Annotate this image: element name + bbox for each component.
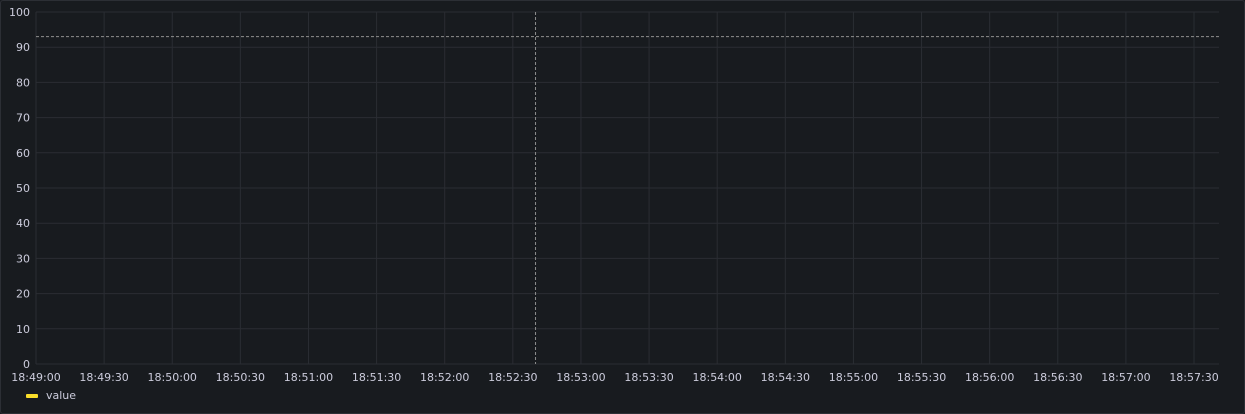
- x-tick-label: 18:50:30: [216, 371, 265, 384]
- x-tick-label: 18:53:00: [556, 371, 605, 384]
- x-tick-label: 18:56:00: [965, 371, 1014, 384]
- x-tick-label: 18:52:00: [420, 371, 469, 384]
- x-tick-label: 18:51:30: [352, 371, 401, 384]
- legend[interactable]: value: [26, 389, 76, 403]
- grid-layer: [35, 11, 1219, 365]
- x-tick-label: 18:55:30: [897, 371, 946, 384]
- y-tick-label: 20: [16, 288, 30, 301]
- x-tick-label: 18:56:30: [1033, 371, 1082, 384]
- x-tick-label: 18:55:00: [829, 371, 878, 384]
- x-tick-label: 18:51:00: [284, 371, 333, 384]
- x-tick-label: 18:53:30: [624, 371, 673, 384]
- y-tick-label: 60: [16, 147, 30, 160]
- legend-label-value[interactable]: value: [46, 389, 76, 403]
- chart-panel: 0 10 20 30 40 50 60 70 80 90 100 18:49:00 18:49:30 1…: [0, 0, 1245, 414]
- x-tick-label: 18:54:30: [761, 371, 810, 384]
- x-tick-label: 18:54:00: [692, 371, 741, 384]
- y-tick-label: 30: [16, 252, 30, 265]
- y-tick-label: 80: [16, 76, 30, 89]
- x-axis-labels: 18:49:00 18:49:30 18:50:00 18:50:30 18:51:00…: [11, 371, 1218, 384]
- x-tick-label: 18:49:00: [11, 371, 60, 384]
- chart-svg: 0102030405060708090100 18:49:00 18:49:30 1…: [9, 6, 1219, 384]
- y-tick-label: 100: [9, 6, 30, 19]
- y-tick-label: 50: [16, 182, 30, 195]
- x-tick-label: 18:49:30: [79, 371, 128, 384]
- y-tick-label: 90: [16, 41, 30, 54]
- x-tick-label: 18:50:00: [148, 371, 197, 384]
- x-tick-label: 18:57:30: [1169, 371, 1218, 384]
- y-tick-label: 40: [16, 217, 30, 230]
- y-tick-label: 0: [23, 358, 30, 371]
- x-tick-label: 18:57:00: [1101, 371, 1150, 384]
- y-tick-label: 10: [16, 323, 30, 336]
- legend-swatch-value: [26, 394, 38, 398]
- x-tick-label: 18:52:30: [488, 371, 537, 384]
- y-tick-label: 70: [16, 112, 30, 125]
- y-axis-labels: 0 10 20 30 40 50 60 70 80 90 100: [9, 6, 30, 371]
